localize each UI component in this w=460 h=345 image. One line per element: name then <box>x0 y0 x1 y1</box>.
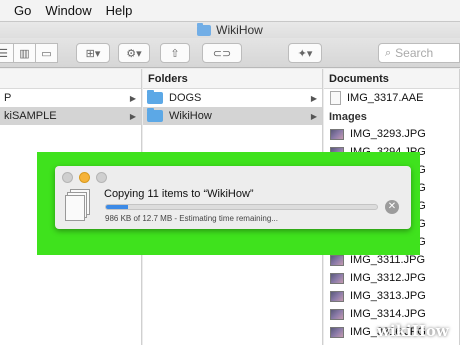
image-thumbnail-icon <box>330 254 344 266</box>
file-item[interactable]: IMG_3313.JPG <box>324 287 459 305</box>
column-header: Documents <box>324 69 459 89</box>
menu-go[interactable]: Go <box>14 3 31 18</box>
window-controls <box>62 172 113 183</box>
copy-progress-bar <box>105 204 378 210</box>
finder-toolbar: ☰ ▥ ▭ ⊞▾ ⚙▾ ⇧ ⊂⊃ ✦▾ ⌕ Search <box>0 38 460 68</box>
search-placeholder: Search <box>395 46 434 60</box>
close-window-button[interactable] <box>62 172 73 183</box>
search-field[interactable]: ⌕ Search <box>378 43 460 63</box>
chevron-right-icon: ▶ <box>310 111 317 121</box>
progress-fill <box>106 205 128 209</box>
document-icon <box>330 91 341 105</box>
wikihow-watermark: wikiHow <box>377 322 449 340</box>
chevron-right-icon: ▶ <box>129 93 136 103</box>
file-item[interactable]: IMG_3312.JPG <box>324 269 459 287</box>
tag-button[interactable]: ⊂⊃ <box>202 43 242 63</box>
image-thumbnail-icon <box>330 290 344 302</box>
column-view-button[interactable]: ▥ <box>14 43 36 63</box>
image-thumbnail-icon <box>330 128 344 140</box>
folder-icon <box>197 22 212 36</box>
icon-view-button[interactable]: ☰ <box>0 43 14 63</box>
dropbox-icon: ✦▾ <box>297 47 313 60</box>
menu-bar: Go Window Help <box>0 0 460 22</box>
menu-window[interactable]: Window <box>45 3 91 18</box>
copy-progress-dialog: Copying 11 items to “WikiHow” ✕ 986 KB o… <box>55 166 411 229</box>
chevron-right-icon: ▶ <box>310 93 317 103</box>
folder-icon <box>147 90 163 104</box>
image-thumbnail-icon <box>330 326 344 338</box>
menu-help[interactable]: Help <box>106 3 133 18</box>
column-header: Folders <box>143 69 322 89</box>
chevron-right-icon: ▶ <box>129 111 136 121</box>
file-item[interactable]: IMG_3314.JPG <box>324 305 459 323</box>
file-item[interactable]: IMG_3317.JPG <box>324 341 459 345</box>
tag-icon: ⊂⊃ <box>212 47 232 60</box>
folder-item-wikihow[interactable]: WikiHow ▶ <box>143 107 322 125</box>
coverflow-view-button[interactable]: ▭ <box>36 43 58 63</box>
folder-icon <box>147 108 163 122</box>
list-item[interactable]: P ▶ <box>0 89 141 107</box>
dropbox-button[interactable]: ✦▾ <box>288 43 322 63</box>
copy-status: 986 KB of 12.7 MB - Estimating time rema… <box>105 214 278 223</box>
copy-title: Copying 11 items to “WikiHow” <box>104 188 254 200</box>
image-thumbnail-icon <box>330 308 344 320</box>
copy-documents-icon <box>65 189 91 221</box>
image-thumbnail-icon <box>330 272 344 284</box>
grid-icon: ⊞▾ <box>85 47 101 60</box>
window-title-bar: WikiHow <box>0 22 460 38</box>
share-button[interactable]: ⇧ <box>160 43 190 63</box>
minimize-window-button[interactable] <box>79 172 90 183</box>
file-item[interactable]: IMG_3317.AAE <box>324 89 459 107</box>
view-mode-control: ☰ ▥ ▭ <box>0 43 58 63</box>
arrange-button[interactable]: ⊞▾ <box>76 43 110 63</box>
gear-icon: ⚙▾ <box>126 47 142 60</box>
images-section-header: Images <box>329 111 367 123</box>
column-header-empty <box>0 69 141 89</box>
window-title: WikiHow <box>216 23 263 37</box>
search-icon: ⌕ <box>385 46 392 59</box>
action-button[interactable]: ⚙▾ <box>118 43 150 63</box>
cancel-copy-button[interactable]: ✕ <box>385 200 399 214</box>
folder-item-dogs[interactable]: DOGS ▶ <box>143 89 322 107</box>
share-icon: ⇧ <box>170 47 180 60</box>
file-item[interactable]: IMG_3293.JPG <box>324 125 459 143</box>
list-item[interactable]: kiSAMPLE ▶ <box>0 107 141 125</box>
zoom-window-button[interactable] <box>96 172 107 183</box>
